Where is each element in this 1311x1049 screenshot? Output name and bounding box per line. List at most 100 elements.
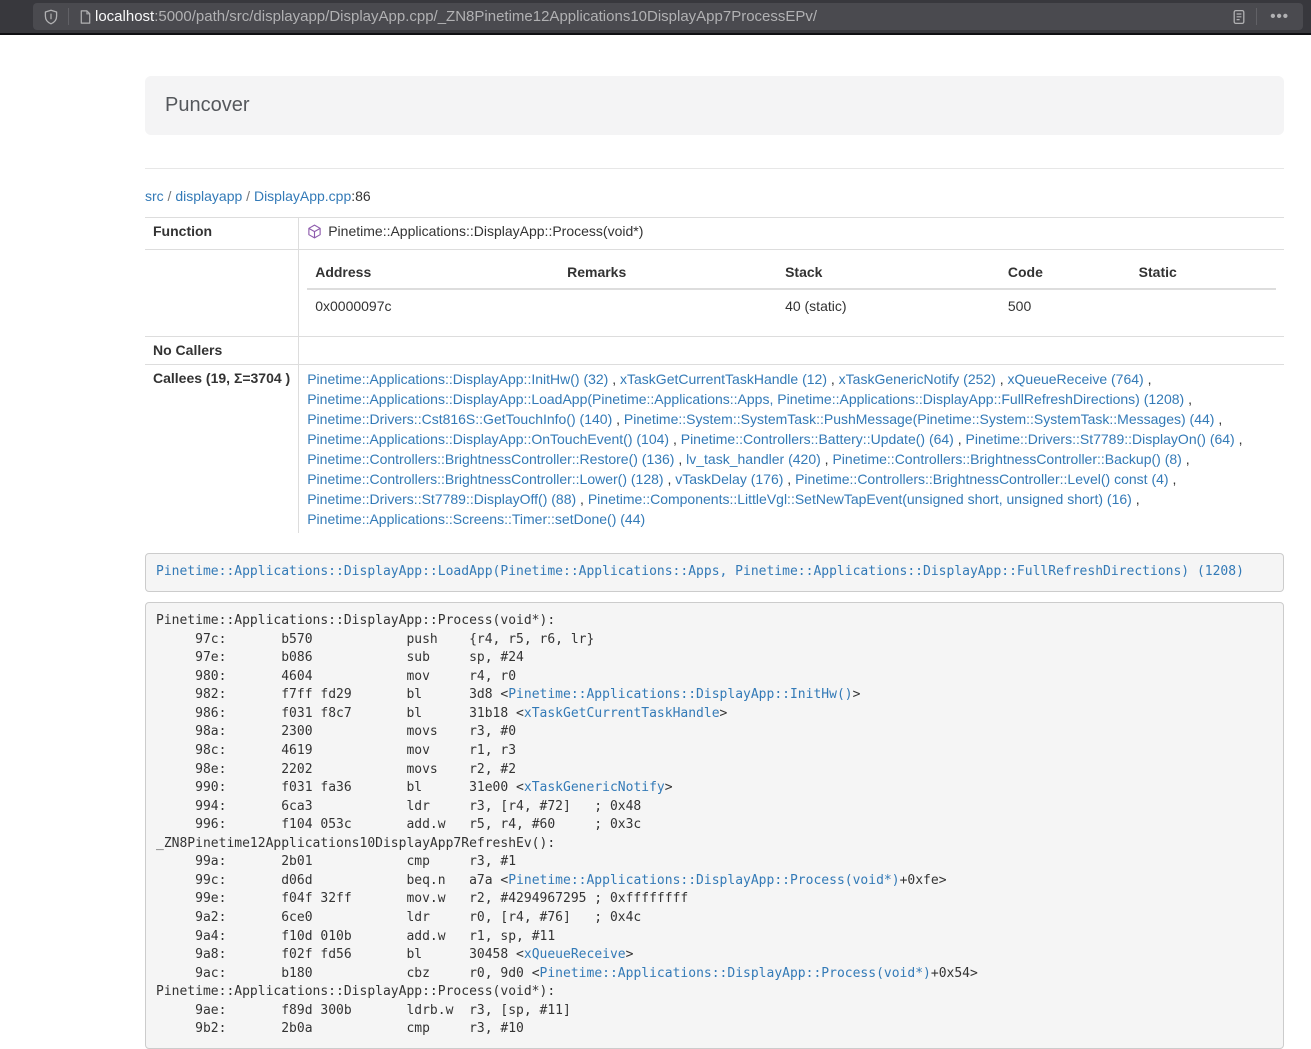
function-table: Function Pinetime::Applications::Display…	[145, 217, 1284, 534]
code-symbol-link[interactable]: Pinetime::Applications::DisplayApp::Init…	[508, 687, 852, 702]
disassembly-block: Pinetime::Applications::DisplayApp::Proc…	[145, 602, 1284, 1049]
stats-header-row: Address Remarks Stack Code Static	[307, 258, 1276, 289]
code-line: 9a4: f10d 010b add.w r1, sp, #11	[156, 928, 1273, 947]
url-bar[interactable]: localhost:5000/path/src/displayapp/Displ…	[33, 3, 1303, 30]
callee-separator: ,	[576, 491, 588, 507]
code-line: 996: f104 053c add.w r5, r4, #60 ; 0x3c	[156, 816, 1273, 835]
code-line: Pinetime::Applications::DisplayApp::Proc…	[156, 612, 1273, 631]
breadcrumb: src / displayapp / DisplayApp.cpp:86	[145, 187, 1284, 207]
code-line: 9b2: 2b0a cmp r3, #10	[156, 1020, 1273, 1039]
callee-link[interactable]: Pinetime::System::SystemTask::PushMessag…	[624, 411, 1215, 427]
urlbar-separator-2	[1256, 8, 1257, 25]
divider	[145, 168, 1284, 169]
stats-cell: Address Remarks Stack Code Static 0x0000…	[299, 249, 1284, 336]
col-address: Address	[307, 258, 559, 289]
callee-link[interactable]: Pinetime::Drivers::St7789::DisplayOff() …	[307, 491, 576, 507]
code-line: 982: f7ff fd29 bl 3d8 <Pinetime::Applica…	[156, 686, 1273, 705]
callee-separator: ,	[783, 471, 795, 487]
breadcrumb-separator: /	[164, 188, 176, 204]
function-name-cell: Pinetime::Applications::DisplayApp::Proc…	[299, 217, 1284, 249]
callee-link[interactable]: Pinetime::Applications::DisplayApp::Init…	[307, 371, 608, 387]
stats-table: Address Remarks Stack Code Static 0x0000…	[307, 258, 1276, 324]
function-label: Function	[145, 217, 299, 249]
breadcrumb-separator: /	[242, 188, 254, 204]
code-symbol-link[interactable]: xTaskGenericNotify	[524, 780, 665, 795]
callee-link[interactable]: xQueueReceive (764)	[1008, 371, 1144, 387]
callee-link[interactable]: lv_task_handler (420)	[686, 451, 821, 467]
callee-separator: ,	[674, 451, 686, 467]
callee-link[interactable]: Pinetime::Applications::DisplayApp::Load…	[307, 391, 1184, 407]
breadcrumb-link-displayapp[interactable]: displayapp	[175, 188, 242, 204]
overflow-menu-icon[interactable]: •••	[1266, 6, 1293, 27]
page-title: Puncover	[165, 91, 1264, 120]
col-stack: Stack	[777, 258, 1000, 289]
callee-link[interactable]: xTaskGenericNotify (252)	[839, 371, 996, 387]
code-symbol-link[interactable]: xQueueReceive	[524, 947, 626, 962]
callee-link[interactable]: Pinetime::Drivers::Cst816S::GetTouchInfo…	[307, 411, 612, 427]
code-line: _ZN8Pinetime12Applications10DisplayApp7R…	[156, 835, 1273, 854]
callee-separator: ,	[996, 371, 1008, 387]
callee-link[interactable]: Pinetime::Applications::DisplayApp::OnTo…	[307, 431, 669, 447]
highlight-symbol-link[interactable]: Pinetime::Applications::DisplayApp::Load…	[156, 564, 1244, 579]
code-line: 9a2: 6ce0 ldr r0, [r4, #76] ; 0x4c	[156, 909, 1273, 928]
callee-separator: ,	[1169, 471, 1177, 487]
callee-separator: ,	[1144, 371, 1152, 387]
url-host: localhost	[95, 8, 154, 25]
code-line: 99a: 2b01 cmp r3, #1	[156, 853, 1273, 872]
urlbar-separator	[68, 8, 69, 25]
callee-separator: ,	[827, 371, 839, 387]
highlight-symbol-box: Pinetime::Applications::DisplayApp::Load…	[145, 553, 1284, 592]
code-symbol-link[interactable]: Pinetime::Applications::DisplayApp::Proc…	[508, 873, 899, 888]
breadcrumb-link-DisplayApp.cpp[interactable]: DisplayApp.cpp	[254, 188, 351, 204]
callee-link[interactable]: Pinetime::Controllers::BrightnessControl…	[832, 451, 1181, 467]
function-row: Function Pinetime::Applications::Display…	[145, 217, 1284, 249]
code-line: 9a8: f02f fd56 bl 30458 <xQueueReceive>	[156, 946, 1273, 965]
code-line: 986: f031 f8c7 bl 31b18 <xTaskGetCurrent…	[156, 705, 1273, 724]
no-callers-cell	[299, 336, 1284, 365]
callee-link[interactable]: Pinetime::Applications::Screens::Timer::…	[307, 511, 645, 527]
stats-data-row: 0x0000097c 40 (static) 500	[307, 289, 1276, 324]
reader-mode-icon[interactable]	[1231, 9, 1247, 25]
code-value: 500	[1000, 289, 1131, 324]
callee-link[interactable]: Pinetime::Controllers::BrightnessControl…	[307, 451, 674, 467]
code-line: 990: f031 fa36 bl 31e00 <xTaskGenericNot…	[156, 779, 1273, 798]
callee-link[interactable]: Pinetime::Components::LittleVgl::SetNewT…	[588, 491, 1132, 507]
callee-separator: ,	[1214, 411, 1222, 427]
callee-link[interactable]: vTaskDelay (176)	[675, 471, 783, 487]
address-value: 0x0000097c	[307, 289, 559, 324]
code-line: Pinetime::Applications::DisplayApp::Proc…	[156, 983, 1273, 1002]
code-line: 98e: 2202 movs r2, #2	[156, 761, 1273, 780]
code-line: 9ac: b180 cbz r0, 9d0 <Pinetime::Applica…	[156, 965, 1273, 984]
url-path: :5000/path/src/displayapp/DisplayApp.cpp…	[154, 8, 817, 25]
callee-separator: ,	[1182, 451, 1190, 467]
code-line: 98c: 4619 mov r1, r3	[156, 742, 1273, 761]
shield-icon[interactable]	[43, 9, 59, 25]
no-callers-row: No Callers	[145, 336, 1284, 365]
callee-separator: ,	[954, 431, 966, 447]
url-text[interactable]: localhost:5000/path/src/displayapp/Displ…	[95, 6, 1231, 27]
callees-row: Callees (19, Σ=3704 ) Pinetime::Applicat…	[145, 365, 1284, 534]
code-line: 99c: d06d beq.n a7a <Pinetime::Applicati…	[156, 872, 1273, 891]
no-callers-label: No Callers	[145, 336, 299, 365]
stats-row: Address Remarks Stack Code Static 0x0000…	[145, 249, 1284, 336]
code-line: 98a: 2300 movs r3, #0	[156, 723, 1273, 742]
code-line: 99e: f04f 32ff mov.w r2, #4294967295 ; 0…	[156, 890, 1273, 909]
code-line: 994: 6ca3 ldr r3, [r4, #72] ; 0x48	[156, 798, 1273, 817]
breadcrumb-link-src[interactable]: src	[145, 188, 164, 204]
callee-link[interactable]: Pinetime::Controllers::BrightnessControl…	[795, 471, 1168, 487]
page-icon[interactable]	[78, 9, 93, 25]
callee-link[interactable]: Pinetime::Drivers::St7789::DisplayOn() (…	[966, 431, 1235, 447]
callees-list: Pinetime::Applications::DisplayApp::Init…	[299, 365, 1284, 534]
callee-link[interactable]: Pinetime::Controllers::Battery::Update()…	[681, 431, 954, 447]
code-line: 980: 4604 mov r4, r0	[156, 668, 1273, 687]
callee-separator: ,	[821, 451, 833, 467]
callee-separator: ,	[664, 471, 676, 487]
callee-separator: ,	[1132, 491, 1140, 507]
callee-separator: ,	[1235, 431, 1243, 447]
code-symbol-link[interactable]: Pinetime::Applications::DisplayApp::Proc…	[540, 966, 931, 981]
callee-link[interactable]: Pinetime::Controllers::BrightnessControl…	[307, 471, 663, 487]
remarks-value	[559, 289, 777, 324]
callees-label: Callees (19, Σ=3704 )	[145, 365, 299, 534]
callee-link[interactable]: xTaskGetCurrentTaskHandle (12)	[620, 371, 827, 387]
code-symbol-link[interactable]: xTaskGetCurrentTaskHandle	[524, 706, 720, 721]
